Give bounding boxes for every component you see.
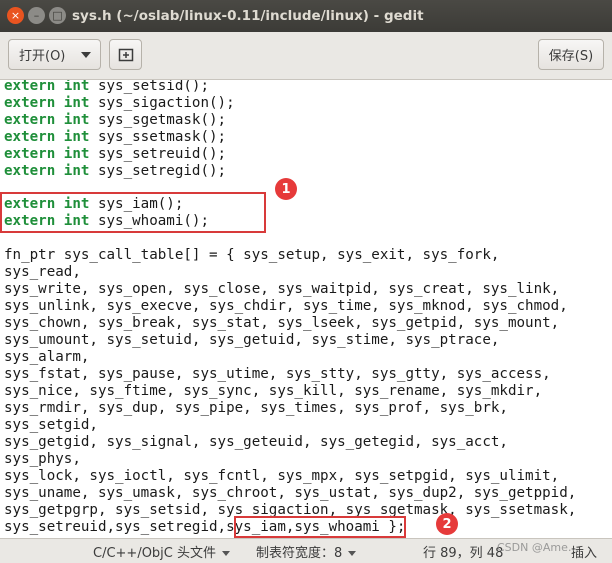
new-document-icon [118, 48, 133, 61]
code-line: extern int sys_setsid(); [4, 80, 210, 94]
code-line: sys_uname, sys_umask, sys_chroot, sys_us… [4, 485, 577, 501]
code-line: sys_umount, sys_setuid, sys_getuid, sys_… [4, 332, 500, 348]
annotation-box-2 [234, 516, 406, 538]
cursor-position[interactable]: 行 89，列 48 [423, 542, 503, 561]
code-line: sys_lock, sys_ioctl, sys_fcntl, sys_mpx,… [4, 468, 560, 484]
annotation-box-1 [0, 192, 266, 233]
save-button-label: 保存(S) [548, 49, 594, 64]
code-line: sys_alarm, [4, 349, 90, 365]
code-line: extern int sys_ssetmask(); [4, 129, 227, 145]
code-line: sys_read, [4, 264, 81, 280]
window-title: sys.h (~/oslab/linux-0.11/include/linux)… [72, 8, 424, 24]
open-button-label: 打开(O) [19, 49, 66, 64]
code-line: sys_rmdir, sys_dup, sys_pipe, sys_times,… [4, 400, 508, 416]
code-line: fn_ptr sys_call_table[] = { sys_setup, s… [4, 247, 500, 263]
code-line: extern int sys_sgetmask(); [4, 112, 227, 128]
tab-width-selector[interactable]: 制表符宽度：8 [256, 542, 357, 561]
code-line: sys_write, sys_open, sys_close, sys_wait… [4, 281, 560, 297]
code-line: extern int sys_setregid(); [4, 163, 227, 179]
close-window-icon[interactable]: × [7, 7, 24, 24]
gedit-window: × – □ sys.h (~/oslab/linux-0.11/include/… [0, 0, 612, 563]
new-document-button[interactable] [109, 39, 142, 70]
code-line: sys_phys, [4, 451, 81, 467]
open-button[interactable]: 打开(O) [8, 39, 101, 70]
dropdown-arrow-icon [222, 551, 231, 556]
code-line: extern int sys_setreuid(); [4, 146, 227, 162]
annotation-badge-1: 1 [275, 178, 297, 200]
header-bar: 打开(O) 保存(S) [0, 32, 612, 80]
code-line: sys_unlink, sys_execve, sys_chdir, sys_t… [4, 298, 568, 314]
language-selector[interactable]: C/C++/ObjC 头文件 [93, 542, 231, 561]
chevron-down-icon [81, 52, 91, 58]
watermark: CSDN @Ame… [497, 541, 579, 554]
code-line: extern int sys_sigaction(); [4, 95, 235, 111]
code-line: sys_chown, sys_break, sys_stat, sys_lsee… [4, 315, 560, 331]
annotation-badge-2: 2 [436, 513, 458, 535]
title-bar: × – □ sys.h (~/oslab/linux-0.11/include/… [0, 0, 612, 32]
code-line: sys_setgid, [4, 417, 98, 433]
code-line: sys_getgid, sys_signal, sys_geteuid, sys… [4, 434, 508, 450]
dropdown-arrow-icon [348, 551, 357, 556]
text-editor[interactable]: extern int sys_setsid(); extern int sys_… [0, 80, 612, 538]
code-line: sys_nice, sys_ftime, sys_sync, sys_kill,… [4, 383, 543, 399]
code-line: sys_fstat, sys_pause, sys_utime, sys_stt… [4, 366, 551, 382]
maximize-window-icon[interactable]: □ [49, 7, 66, 24]
minimize-window-icon[interactable]: – [28, 7, 45, 24]
save-button[interactable]: 保存(S) [538, 39, 604, 70]
